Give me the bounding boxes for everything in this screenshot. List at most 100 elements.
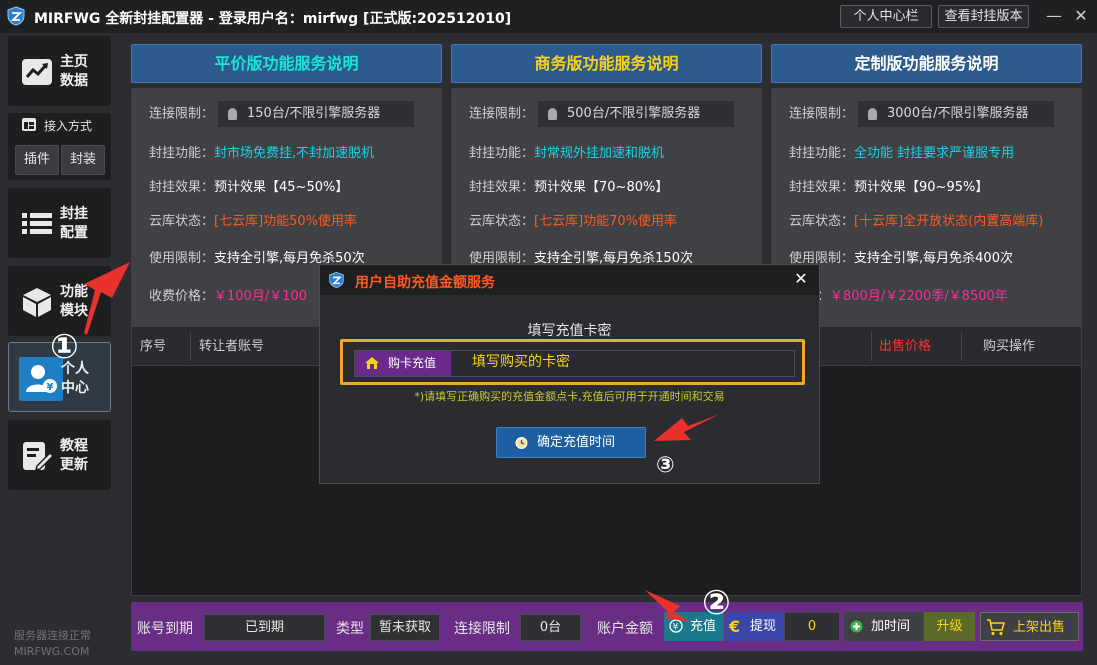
price-label: 收费价格： (149, 289, 215, 304)
effect-value: 预计效果【90~95%】 (854, 180, 989, 195)
confirm-recharge-button[interactable]: 确定充值时间 (496, 427, 646, 458)
add-time-button[interactable]: 加时间 (844, 612, 923, 641)
step-1-marker: ① (50, 327, 79, 367)
sidebar-item-home[interactable]: 主页 数据 (8, 36, 111, 106)
func-label: 封挂功能： (469, 146, 535, 161)
user-money-icon: ¥ (26, 365, 57, 393)
title-bar: MIRFWG 全新封挂配置器 - 登录用户名：mirfwg [正式版:20251… (0, 0, 1097, 33)
home-icon (365, 357, 379, 369)
dialog-close-icon[interactable]: ✕ (791, 269, 811, 289)
chart-trend-icon (22, 59, 52, 85)
limit-value: 3000台/不限引擎服务器 (887, 106, 1029, 121)
column-action: 购买操作 (983, 339, 1036, 354)
svg-text:¥: ¥ (47, 382, 54, 393)
yen-icon: ¥ (669, 619, 683, 633)
account-bar: 账号到期 已到期 类型 暂未获取 连接限制 0台 账户金额 ¥ 充值 € 提现 … (131, 602, 1083, 651)
func-label: 封挂功能： (149, 146, 215, 161)
step-2-marker: ② (702, 583, 731, 623)
func-label: 封挂功能： (789, 146, 855, 161)
withdraw-label: 提现 (750, 619, 777, 634)
usage-value: 支持全引擎,每月免杀400次 (854, 251, 1013, 266)
access-method-panel: 接入方式 插件 封装 (8, 113, 111, 180)
cloud-value: [十云库]全开放状态(内置高端库) (854, 214, 1044, 229)
recharge-note: *)请填写正确购买的充值金额点卡,充值后可用于开通时间和交易 (414, 390, 725, 403)
limit-value: 500台/不限引擎服务器 (567, 106, 701, 121)
effect-label: 封挂效果： (149, 180, 215, 195)
dialog-header: 用户自助充值金额服务 ✕ (320, 265, 819, 295)
app-logo-icon (7, 6, 25, 26)
card-key-label: 填写充值卡密 (527, 323, 612, 339)
confirm-recharge-label: 确定充值时间 (537, 435, 616, 450)
cloud-label: 云库状态： (789, 214, 855, 229)
column-index: 序号 (140, 339, 167, 354)
cart-icon (987, 619, 1006, 636)
upgrade-button[interactable]: 升级 (924, 612, 975, 641)
minimize-icon[interactable]: — (1043, 6, 1065, 26)
server-status-text: 服务器连接正常 (14, 629, 91, 642)
sidebar-item-home-label: 主页 数据 (60, 54, 88, 89)
sidebar-item-config-label: 封挂 配置 (60, 206, 88, 241)
limit-value: 0台 (520, 614, 581, 641)
edit-document-icon (23, 442, 54, 472)
expire-label: 账号到期 (137, 621, 193, 637)
access-method-title: 接入方式 (44, 119, 93, 133)
plus-circle-icon (850, 620, 863, 633)
limit-box: 150台/不限引擎服务器 (218, 101, 415, 127)
view-version-button[interactable]: 查看封挂版本 (938, 5, 1029, 28)
access-plugin-button[interactable]: 插件 (15, 145, 59, 175)
card-key-highlight: 购卡充值 填写购买的卡密 (340, 339, 805, 385)
window-icon (22, 118, 36, 131)
column-divider (871, 332, 872, 361)
func-value: 封常规外挂加速和脱机 (534, 146, 665, 161)
sidebar-item-modules[interactable]: 功能 模块 (8, 266, 111, 336)
recharge-dialog: 用户自助充值金额服务 ✕ 填写充值卡密 购卡充值 填写购买的卡密 *)请填写正确… (319, 264, 820, 484)
list-for-sale-label: 上架出售 (1013, 620, 1066, 635)
column-price: 出售价格 (879, 339, 932, 354)
plan-basic: 平价版功能服务说明 连接限制： 150台/不限引擎服务器 封挂功能：封市场免费挂,… (131, 44, 442, 358)
access-pack-button[interactable]: 封装 (61, 145, 105, 175)
withdraw-button[interactable]: € 提现 (725, 612, 784, 641)
expire-value: 已到期 (204, 614, 325, 641)
bulb-icon (548, 107, 558, 120)
column-divider (190, 332, 191, 361)
buy-card-tag-label: 购卡充值 (388, 356, 437, 370)
close-icon[interactable]: ✕ (1070, 6, 1092, 26)
sidebar-item-config[interactable]: 封挂 配置 (8, 188, 111, 258)
type-value: 暂未获取 (370, 614, 440, 641)
alarm-clock-icon (515, 437, 528, 449)
effect-label: 封挂效果： (469, 180, 535, 195)
effect-value: 预计效果【70~80%】 (534, 180, 669, 195)
balance-label: 账户金额 (597, 621, 653, 637)
buy-card-tag[interactable]: 购卡充值 (355, 351, 451, 376)
limit-label: 连接限制： (789, 106, 855, 122)
price-value: ￥100月/￥100 (214, 289, 308, 304)
effect-value: 预计效果【45~50%】 (214, 180, 349, 195)
sidebar-item-tutorial-label: 教程 更新 (60, 438, 88, 473)
sidebar-item-modules-label: 功能 模块 (60, 284, 88, 319)
list-icon (22, 213, 52, 234)
column-seller: 转让者账号 (199, 339, 265, 354)
cloud-label: 云库状态： (469, 214, 535, 229)
sidebar-item-tutorial[interactable]: 教程 更新 (8, 420, 111, 490)
bulb-icon (228, 107, 238, 120)
plan-custom-title: 定制版功能服务说明 (771, 44, 1082, 83)
card-key-input[interactable]: 购卡充值 填写购买的卡密 (354, 350, 795, 377)
limit-label: 连接限制： (149, 106, 215, 122)
add-time-label: 加时间 (871, 619, 911, 634)
personal-center-button[interactable]: 个人中心栏 (840, 5, 932, 28)
limit-box: 500台/不限引擎服务器 (538, 101, 735, 127)
effect-label: 封挂效果： (789, 180, 855, 195)
limit-box: 3000台/不限引擎服务器 (858, 101, 1055, 127)
balance-value: 0 (784, 612, 840, 641)
plan-business-title: 商务版功能服务说明 (451, 44, 762, 83)
app-logo-icon (329, 271, 344, 289)
list-for-sale-button[interactable]: 上架出售 (980, 612, 1079, 641)
cube-icon (23, 288, 51, 317)
func-value: 封市场免费挂,不封加速脱机 (214, 146, 375, 161)
cloud-label: 云库状态： (149, 214, 215, 229)
cloud-value: [七云库]功能70%使用率 (534, 214, 678, 229)
price-value: ￥800月/￥2200季/￥8500年 (830, 289, 1008, 304)
step-3-marker: ③ (656, 453, 675, 478)
dialog-title: 用户自助充值金额服务 (355, 275, 495, 291)
func-value: 全功能 封挂要求严谨服专用 (854, 146, 1015, 161)
